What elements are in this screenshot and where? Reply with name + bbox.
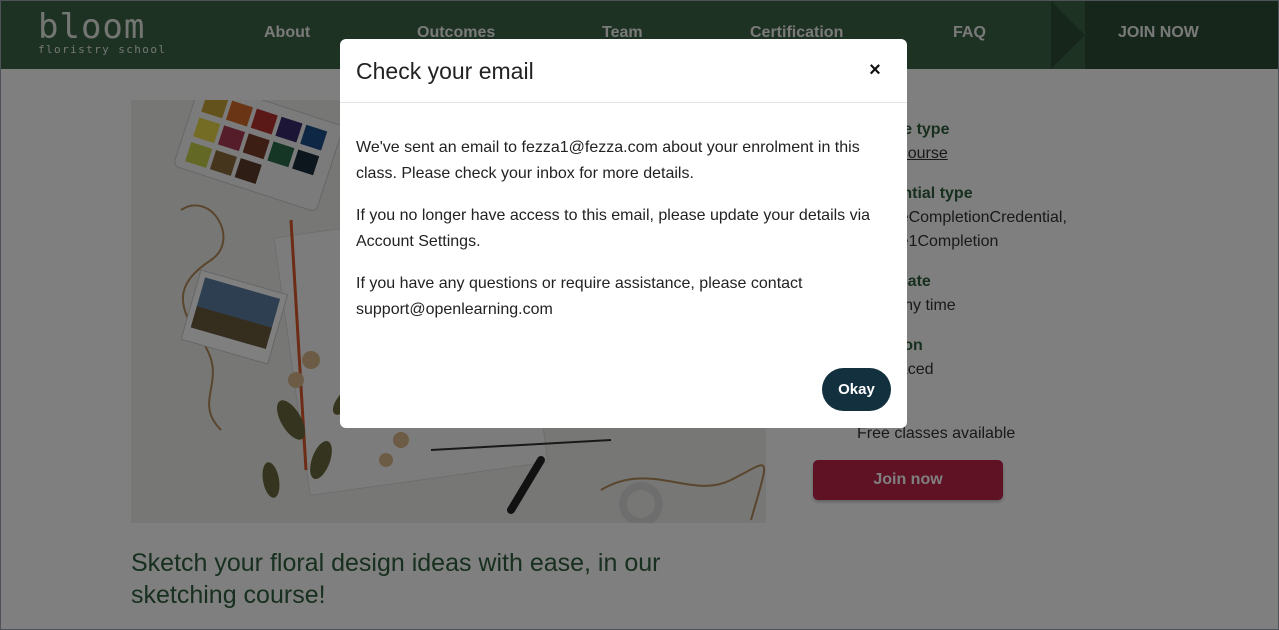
dialog-paragraph-email-sent: We've sent an email to fezza1@fezza.com …	[356, 139, 860, 182]
dialog-title: Check your email	[356, 58, 534, 84]
okay-button[interactable]: Okay	[822, 368, 891, 411]
dialog-body: We've sent an email to fezza1@fezza.com …	[356, 135, 891, 339]
dialog-paragraph-access: If you no longer have access to this ema…	[356, 207, 871, 250]
check-email-dialog: Check your email × We've sent an email t…	[340, 39, 907, 428]
dialog-paragraph-support: If you have any questions or require ass…	[356, 275, 803, 318]
dialog-header: Check your email ×	[340, 39, 907, 103]
close-icon[interactable]: ×	[862, 57, 888, 83]
